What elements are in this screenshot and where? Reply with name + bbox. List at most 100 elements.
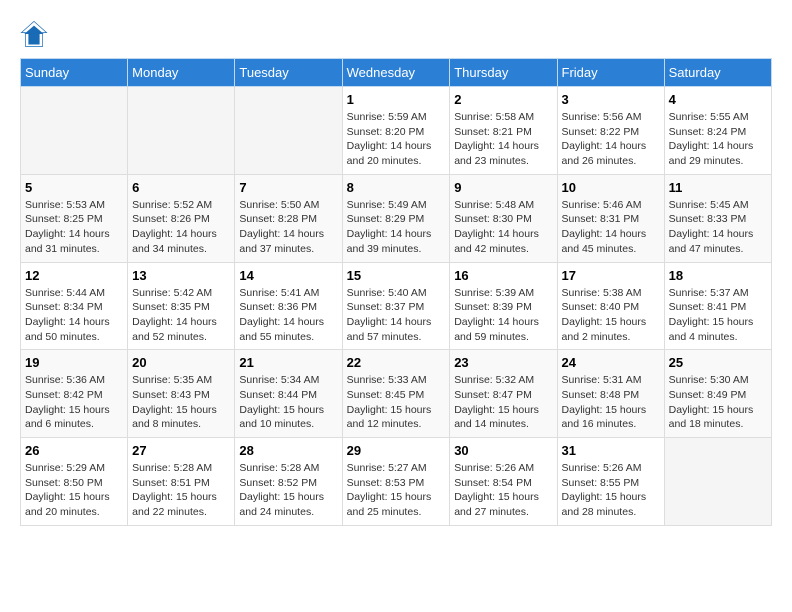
day-info: Sunrise: 5:29 AMSunset: 8:50 PMDaylight:… — [25, 461, 123, 520]
day-info: Sunrise: 5:28 AMSunset: 8:52 PMDaylight:… — [239, 461, 337, 520]
day-number: 8 — [347, 180, 446, 195]
calendar-cell: 31 Sunrise: 5:26 AMSunset: 8:55 PMDayligh… — [557, 438, 664, 526]
calendar-cell: 21 Sunrise: 5:34 AMSunset: 8:44 PMDayligh… — [235, 350, 342, 438]
day-number: 21 — [239, 355, 337, 370]
day-number: 16 — [454, 268, 552, 283]
day-info: Sunrise: 5:33 AMSunset: 8:45 PMDaylight:… — [347, 373, 446, 432]
day-info: Sunrise: 5:49 AMSunset: 8:29 PMDaylight:… — [347, 198, 446, 257]
day-number: 26 — [25, 443, 123, 458]
calendar-cell — [664, 438, 771, 526]
day-number: 28 — [239, 443, 337, 458]
calendar-cell: 23 Sunrise: 5:32 AMSunset: 8:47 PMDayligh… — [450, 350, 557, 438]
day-number: 22 — [347, 355, 446, 370]
calendar-cell: 10Sunrise: 5:46 AMSunset: 8:31 PMDayligh… — [557, 174, 664, 262]
day-of-week-header: Thursday — [450, 59, 557, 87]
day-number: 23 — [454, 355, 552, 370]
day-info: Sunrise: 5:37 AMSunset: 8:41 PMDaylight:… — [669, 286, 767, 345]
day-info: Sunrise: 5:42 AMSunset: 8:35 PMDaylight:… — [132, 286, 230, 345]
day-number: 17 — [562, 268, 660, 283]
day-number: 30 — [454, 443, 552, 458]
day-info: Sunrise: 5:35 AMSunset: 8:43 PMDaylight:… — [132, 373, 230, 432]
day-info: Sunrise: 5:58 AMSunset: 8:21 PMDaylight:… — [454, 110, 552, 169]
calendar-week-row: 5 Sunrise: 5:53 AMSunset: 8:25 PMDaylight… — [21, 174, 772, 262]
day-of-week-header: Saturday — [664, 59, 771, 87]
day-of-week-header: Wednesday — [342, 59, 450, 87]
calendar-week-row: 19 Sunrise: 5:36 AMSunset: 8:42 PMDayligh… — [21, 350, 772, 438]
calendar-cell: 25Sunrise: 5:30 AMSunset: 8:49 PMDayligh… — [664, 350, 771, 438]
day-info: Sunrise: 5:41 AMSunset: 8:36 PMDaylight:… — [239, 286, 337, 345]
calendar-cell: 18 Sunrise: 5:37 AMSunset: 8:41 PMDayligh… — [664, 262, 771, 350]
day-number: 10 — [562, 180, 660, 195]
calendar-cell: 1 Sunrise: 5:59 AMSunset: 8:20 PMDaylight… — [342, 87, 450, 175]
calendar-cell — [235, 87, 342, 175]
day-info: Sunrise: 5:28 AMSunset: 8:51 PMDaylight:… — [132, 461, 230, 520]
day-number: 11 — [669, 180, 767, 195]
day-info: Sunrise: 5:45 AMSunset: 8:33 PMDaylight:… — [669, 198, 767, 257]
calendar-cell: 16 Sunrise: 5:39 AMSunset: 8:39 PMDayligh… — [450, 262, 557, 350]
calendar-cell: 28 Sunrise: 5:28 AMSunset: 8:52 PMDayligh… — [235, 438, 342, 526]
calendar-cell: 22 Sunrise: 5:33 AMSunset: 8:45 PMDayligh… — [342, 350, 450, 438]
calendar-cell: 26 Sunrise: 5:29 AMSunset: 8:50 PMDayligh… — [21, 438, 128, 526]
day-info: Sunrise: 5:36 AMSunset: 8:42 PMDaylight:… — [25, 373, 123, 432]
calendar-cell: 8 Sunrise: 5:49 AMSunset: 8:29 PMDaylight… — [342, 174, 450, 262]
day-number: 1 — [347, 92, 446, 107]
calendar-cell: 20 Sunrise: 5:35 AMSunset: 8:43 PMDayligh… — [128, 350, 235, 438]
day-number: 7 — [239, 180, 337, 195]
calendar-cell: 9 Sunrise: 5:48 AMSunset: 8:30 PMDaylight… — [450, 174, 557, 262]
day-number: 31 — [562, 443, 660, 458]
day-info: Sunrise: 5:56 AMSunset: 8:22 PMDaylight:… — [562, 110, 660, 169]
day-number: 6 — [132, 180, 230, 195]
day-info: Sunrise: 5:31 AMSunset: 8:48 PMDaylight:… — [562, 373, 660, 432]
day-info: Sunrise: 5:34 AMSunset: 8:44 PMDaylight:… — [239, 373, 337, 432]
day-info: Sunrise: 5:27 AMSunset: 8:53 PMDaylight:… — [347, 461, 446, 520]
day-info: Sunrise: 5:39 AMSunset: 8:39 PMDaylight:… — [454, 286, 552, 345]
day-number: 15 — [347, 268, 446, 283]
day-of-week-header: Monday — [128, 59, 235, 87]
calendar-cell: 6 Sunrise: 5:52 AMSunset: 8:26 PMDaylight… — [128, 174, 235, 262]
day-info: Sunrise: 5:32 AMSunset: 8:47 PMDaylight:… — [454, 373, 552, 432]
day-info: Sunrise: 5:40 AMSunset: 8:37 PMDaylight:… — [347, 286, 446, 345]
calendar-cell — [128, 87, 235, 175]
day-number: 18 — [669, 268, 767, 283]
calendar-cell: 3Sunrise: 5:56 AMSunset: 8:22 PMDaylight… — [557, 87, 664, 175]
day-info: Sunrise: 5:52 AMSunset: 8:26 PMDaylight:… — [132, 198, 230, 257]
day-info: Sunrise: 5:50 AMSunset: 8:28 PMDaylight:… — [239, 198, 337, 257]
day-info: Sunrise: 5:59 AMSunset: 8:20 PMDaylight:… — [347, 110, 446, 169]
day-number: 12 — [25, 268, 123, 283]
day-info: Sunrise: 5:53 AMSunset: 8:25 PMDaylight:… — [25, 198, 123, 257]
day-number: 13 — [132, 268, 230, 283]
day-number: 19 — [25, 355, 123, 370]
day-info: Sunrise: 5:38 AMSunset: 8:40 PMDaylight:… — [562, 286, 660, 345]
calendar-cell: 2 Sunrise: 5:58 AMSunset: 8:21 PMDaylight… — [450, 87, 557, 175]
day-of-week-header: Sunday — [21, 59, 128, 87]
calendar-cell: 29 Sunrise: 5:27 AMSunset: 8:53 PMDayligh… — [342, 438, 450, 526]
day-info: Sunrise: 5:44 AMSunset: 8:34 PMDaylight:… — [25, 286, 123, 345]
calendar-cell: 24 Sunrise: 5:31 AMSunset: 8:48 PMDayligh… — [557, 350, 664, 438]
calendar-cell: 11 Sunrise: 5:45 AMSunset: 8:33 PMDayligh… — [664, 174, 771, 262]
day-number: 5 — [25, 180, 123, 195]
day-number: 20 — [132, 355, 230, 370]
calendar-cell: 15 Sunrise: 5:40 AMSunset: 8:37 PMDayligh… — [342, 262, 450, 350]
calendar-cell: 13 Sunrise: 5:42 AMSunset: 8:35 PMDayligh… — [128, 262, 235, 350]
day-of-week-header: Tuesday — [235, 59, 342, 87]
day-number: 24 — [562, 355, 660, 370]
calendar-cell: 12 Sunrise: 5:44 AMSunset: 8:34 PMDayligh… — [21, 262, 128, 350]
day-number: 9 — [454, 180, 552, 195]
day-info: Sunrise: 5:55 AMSunset: 8:24 PMDaylight:… — [669, 110, 767, 169]
day-number: 4 — [669, 92, 767, 107]
calendar-cell: 17 Sunrise: 5:38 AMSunset: 8:40 PMDayligh… — [557, 262, 664, 350]
calendar: SundayMondayTuesdayWednesdayThursdayFrid… — [20, 58, 772, 526]
calendar-cell — [21, 87, 128, 175]
calendar-cell: 4 Sunrise: 5:55 AMSunset: 8:24 PMDaylight… — [664, 87, 771, 175]
calendar-week-row: 26 Sunrise: 5:29 AMSunset: 8:50 PMDayligh… — [21, 438, 772, 526]
day-number: 29 — [347, 443, 446, 458]
day-number: 25 — [669, 355, 767, 370]
calendar-cell: 30Sunrise: 5:26 AMSunset: 8:54 PMDayligh… — [450, 438, 557, 526]
day-number: 2 — [454, 92, 552, 107]
day-info: Sunrise: 5:48 AMSunset: 8:30 PMDaylight:… — [454, 198, 552, 257]
day-number: 27 — [132, 443, 230, 458]
calendar-week-row: 12 Sunrise: 5:44 AMSunset: 8:34 PMDayligh… — [21, 262, 772, 350]
day-info: Sunrise: 5:26 AMSunset: 8:55 PMDaylight:… — [562, 461, 660, 520]
calendar-cell: 27 Sunrise: 5:28 AMSunset: 8:51 PMDayligh… — [128, 438, 235, 526]
calendar-week-row: 1 Sunrise: 5:59 AMSunset: 8:20 PMDaylight… — [21, 87, 772, 175]
